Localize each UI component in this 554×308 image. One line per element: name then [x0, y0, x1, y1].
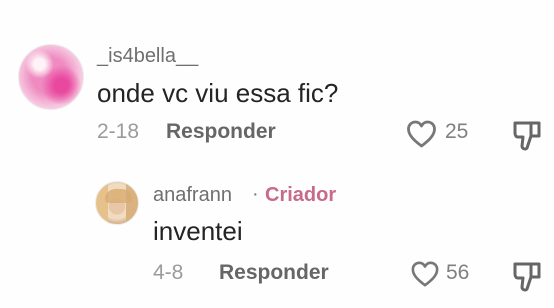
creator-username[interactable]: anafrann — [153, 184, 232, 207]
comment-date: 2-18 — [97, 120, 140, 143]
commenter-username[interactable]: _is4bella__ — [97, 45, 198, 68]
creator-separator: · — [252, 183, 259, 205]
thumbs-down-icon[interactable] — [510, 119, 544, 153]
heart-icon[interactable] — [405, 119, 438, 149]
like-count: 56 — [446, 261, 470, 284]
comment-thread: _is4bella__ onde vc viu essa fic? 2-18 R… — [0, 0, 554, 308]
reply-date: 4-8 — [153, 261, 184, 284]
thumbs-down-icon[interactable] — [510, 260, 544, 294]
reply-text: inventei — [153, 216, 243, 246]
commenter-avatar[interactable] — [18, 44, 84, 110]
reply-button[interactable]: Responder — [219, 261, 329, 285]
creator-badge: Criador — [265, 184, 337, 206]
creator-avatar[interactable] — [95, 181, 139, 225]
like-count: 25 — [445, 120, 469, 143]
heart-icon[interactable] — [410, 260, 440, 288]
comment-text: onde vc viu essa fic? — [97, 78, 339, 108]
reply-button[interactable]: Responder — [166, 120, 276, 144]
